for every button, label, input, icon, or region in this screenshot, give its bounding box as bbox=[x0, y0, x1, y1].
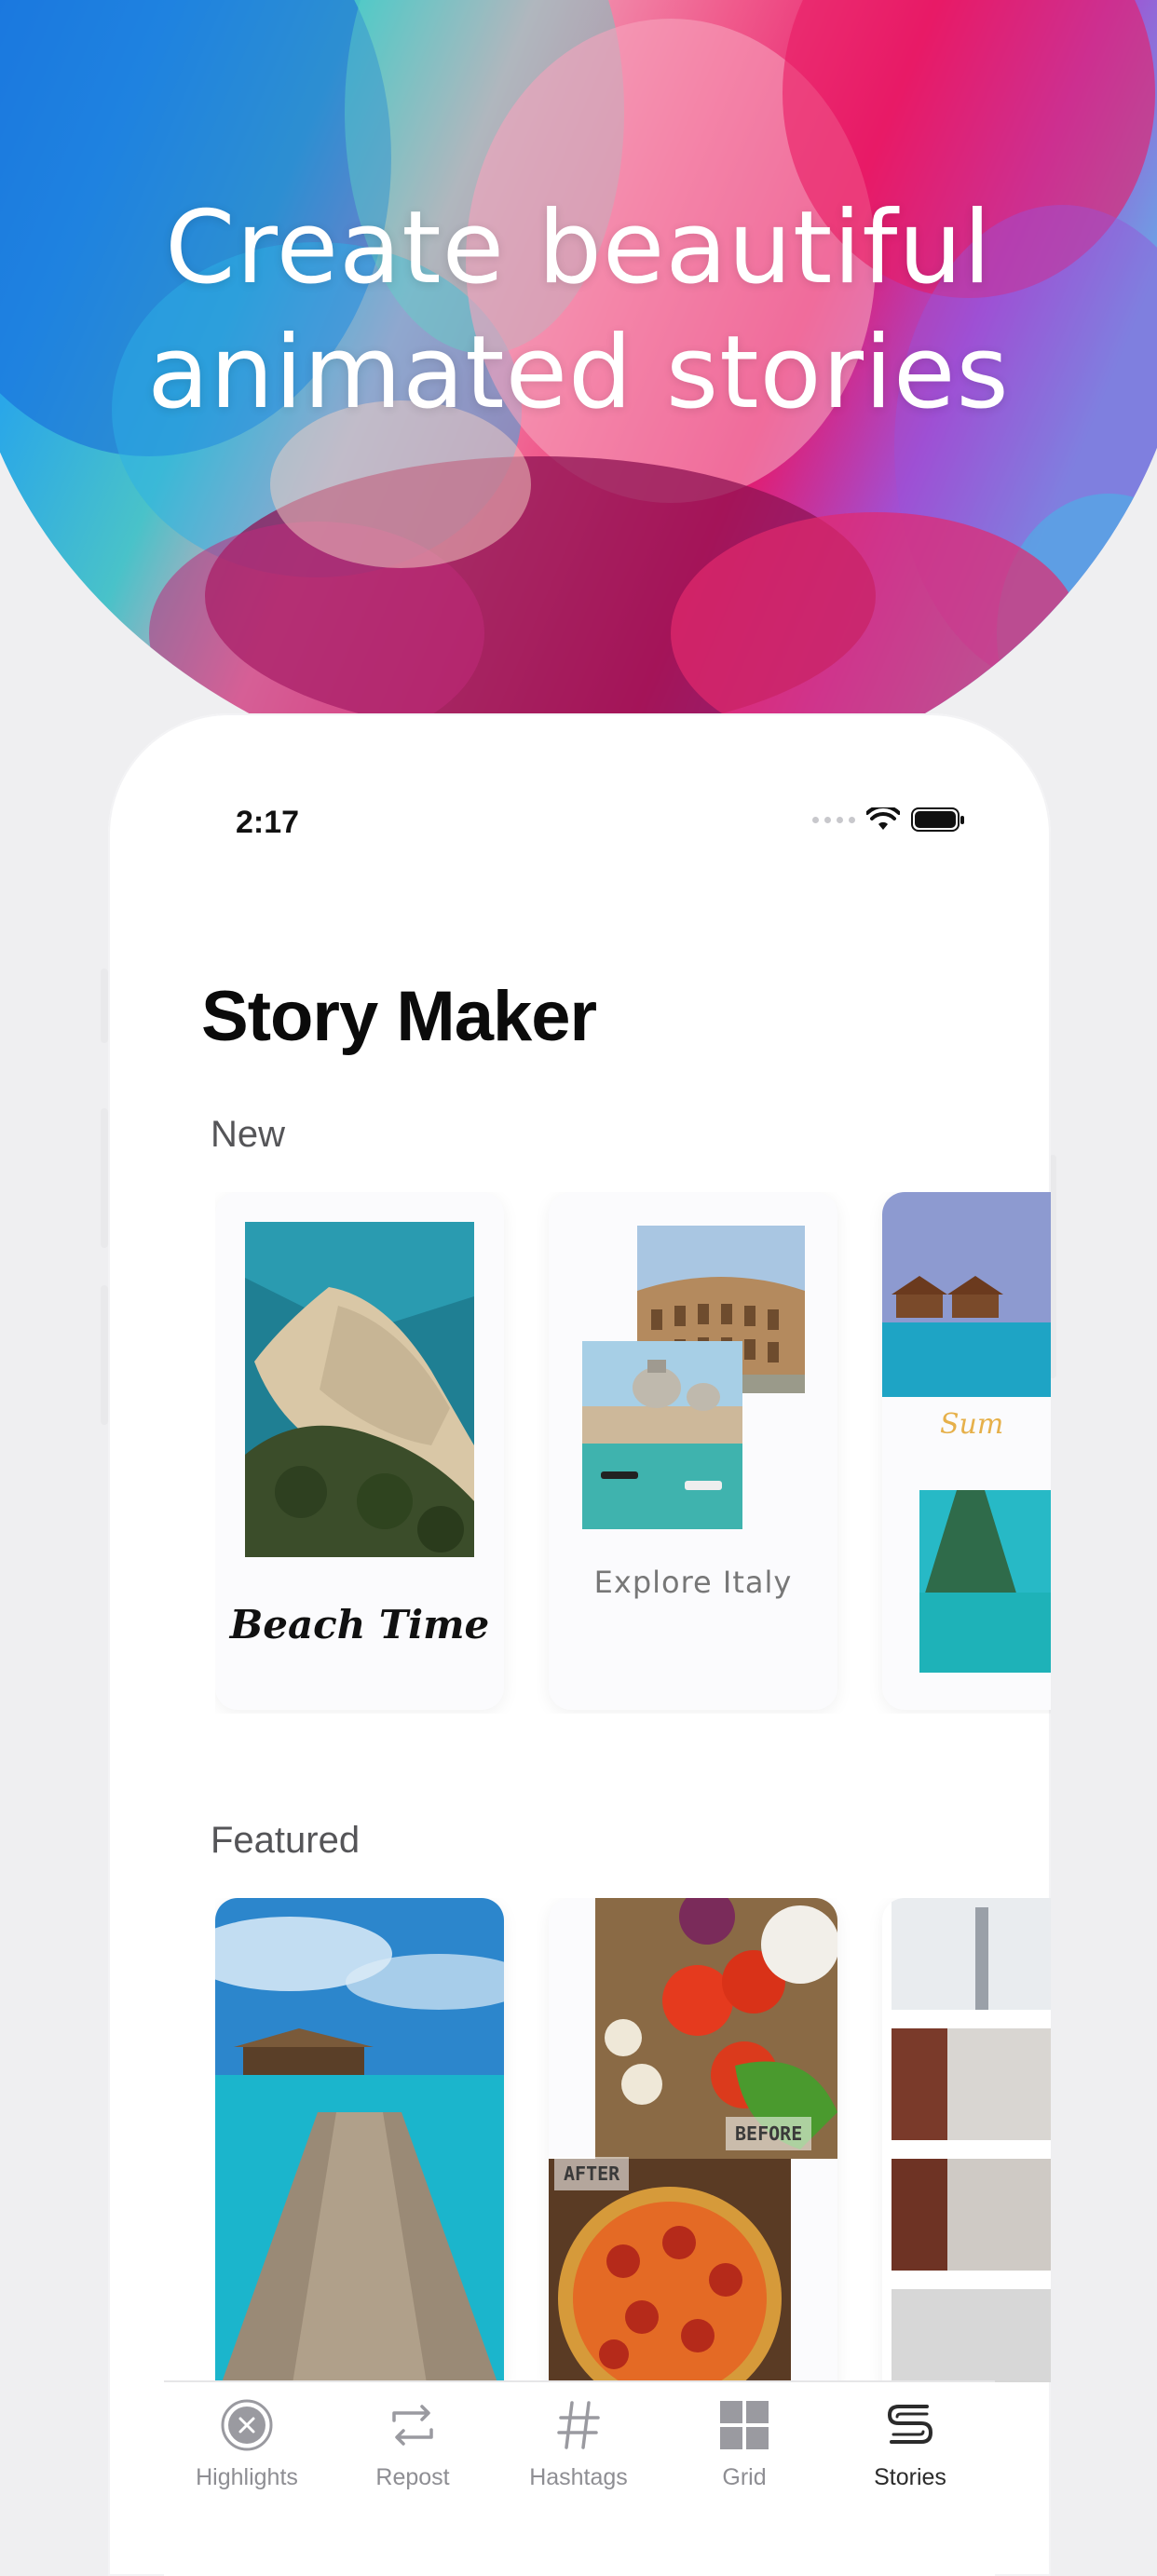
template-card-summer[interactable]: Sum bbox=[882, 1192, 1051, 1710]
bungalow-photo bbox=[882, 1192, 1051, 1397]
phone-volume-down bbox=[101, 1285, 108, 1425]
section-featured-label: Featured bbox=[211, 1820, 361, 1861]
after-stamp: AFTER bbox=[554, 2157, 630, 2190]
page-title: Story Maker bbox=[201, 977, 597, 1056]
phone-volume-up bbox=[101, 1108, 108, 1248]
phone-screen: 2:17 Story Maker New Beach Time Explore … bbox=[108, 713, 1051, 2576]
featured-card-before-after[interactable]: BEFORE AFTER bbox=[549, 1898, 837, 2382]
pier-photo bbox=[215, 1898, 504, 2382]
battery-icon bbox=[911, 807, 964, 832]
phone-silent-switch bbox=[101, 969, 108, 1043]
stories-icon bbox=[887, 2405, 933, 2444]
beach-photo bbox=[245, 1222, 474, 1557]
island-photo bbox=[919, 1490, 1051, 1673]
hashtag-icon bbox=[557, 2401, 600, 2449]
featured-card-pier[interactable] bbox=[215, 1898, 504, 2382]
card-caption: Beach Time bbox=[229, 1602, 490, 1647]
pizza-photo bbox=[549, 2159, 791, 2382]
tab-hashtags[interactable]: Hashtags bbox=[496, 2395, 661, 2491]
template-card-explore-italy[interactable]: Explore Italy bbox=[549, 1192, 837, 1710]
status-icons bbox=[812, 807, 965, 833]
before-stamp: BEFORE bbox=[726, 2117, 812, 2150]
section-new-label: New bbox=[211, 1114, 286, 1155]
tab-label: Highlights bbox=[196, 2464, 298, 2490]
tab-repost[interactable]: Repost bbox=[330, 2395, 496, 2491]
featured-templates-row[interactable]: BEFORE AFTER bbox=[215, 1898, 1051, 2382]
tab-label: Grid bbox=[722, 2464, 767, 2490]
tab-highlights[interactable]: Highlights bbox=[164, 2395, 330, 2491]
tab-stories[interactable]: Stories bbox=[827, 2395, 993, 2491]
wifi-icon bbox=[866, 807, 900, 830]
status-time: 2:17 bbox=[236, 805, 300, 840]
card-caption: Explore Italy bbox=[593, 1565, 793, 1600]
tab-label: Stories bbox=[874, 2464, 946, 2490]
featured-card-city[interactable] bbox=[882, 1898, 1051, 2382]
card-caption: Sum bbox=[940, 1408, 1004, 1441]
highlights-icon bbox=[221, 2399, 273, 2451]
new-templates-row[interactable]: Beach Time Explore Italy Sum bbox=[215, 1192, 1051, 1714]
venice-photo bbox=[582, 1341, 742, 1529]
tab-grid[interactable]: Grid bbox=[661, 2395, 827, 2491]
tab-label: Hashtags bbox=[529, 2464, 628, 2490]
signal-dots-icon bbox=[812, 816, 855, 823]
grid-icon bbox=[720, 2401, 769, 2449]
repost-icon bbox=[392, 2405, 433, 2446]
headline: Create beautiful animated stories bbox=[0, 186, 1157, 436]
tab-label: Repost bbox=[375, 2464, 450, 2490]
headline-line-1: Create beautiful bbox=[165, 190, 992, 306]
headline-line-2: animated stories bbox=[147, 315, 1010, 431]
city-photo bbox=[882, 1898, 1051, 2382]
template-card-beach-time[interactable]: Beach Time bbox=[215, 1192, 504, 1710]
tab-bar: Highlights Repost Hashtags Grid Stories bbox=[164, 2380, 995, 2576]
